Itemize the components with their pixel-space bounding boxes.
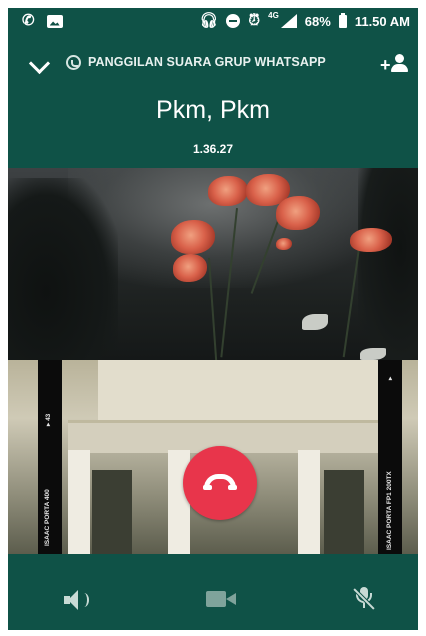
- video-door: [324, 470, 364, 554]
- add-participant-button[interactable]: +: [380, 54, 410, 76]
- tape-strip-left-text: ISAAC PORTA 400: [44, 489, 51, 546]
- plus-icon: +: [380, 55, 391, 75]
- clock: 11.50 AM: [354, 13, 410, 29]
- headphones-icon: 🎧︎: [199, 12, 219, 29]
- microphone-muted-icon[interactable]: [352, 587, 376, 611]
- video-pillar: [298, 450, 320, 554]
- tape-strip-right-number: ▸: [387, 376, 394, 380]
- speaker-icon-cone: [68, 590, 78, 610]
- leaf: [360, 348, 386, 360]
- mic-icon-base: [363, 603, 365, 608]
- rose: [173, 254, 207, 282]
- network-label: 4G: [268, 10, 279, 20]
- leaf: [302, 314, 328, 330]
- phone-icon: ✆: [22, 12, 35, 29]
- image-icon: [46, 14, 63, 28]
- tape-strip-left: ISAAC PORTA 400 ▸ 43: [38, 360, 62, 554]
- rose: [350, 228, 392, 252]
- video-camera-icon-body: [206, 591, 226, 607]
- hang-up-icon: [203, 474, 237, 490]
- video-tree-left: [8, 178, 118, 360]
- status-bar-left: ✆: [22, 13, 63, 29]
- call-type-label: PANGGILAN SUARA GRUP WHATSAPP: [88, 55, 326, 69]
- call-controls: [8, 554, 418, 630]
- video-camera-icon[interactable]: [206, 590, 236, 608]
- person-icon-body: [391, 64, 408, 72]
- tape-strip-left-number: ▸ 43: [45, 413, 52, 426]
- rose: [171, 220, 215, 254]
- tape-strip-right-text: ISAAC PORTA FP1 200TX: [386, 471, 393, 550]
- end-call-button[interactable]: [183, 446, 257, 520]
- call-duration: 1.36.27: [192, 142, 234, 156]
- caller-name: Pkm, Pkm: [156, 96, 270, 124]
- video-pillar: [68, 450, 90, 554]
- video-tree-right: [358, 168, 418, 360]
- battery-percent: 68%: [304, 13, 331, 29]
- signal-icon: [280, 14, 297, 28]
- video-building: [98, 360, 378, 420]
- status-bar-right: 🎧︎ ⏰︎ 4G 68% 11.50 AM: [199, 10, 410, 29]
- chevron-down-icon[interactable]: [28, 52, 51, 75]
- call-header: PANGGILAN SUARA GRUP WHATSAPP +: [8, 52, 418, 82]
- do-not-disturb-icon: [226, 14, 241, 28]
- video-door: [92, 470, 132, 554]
- tape-strip-right: ISAAC PORTA FP1 200TX ▸: [378, 360, 402, 554]
- status-bar: ✆ 🎧︎ ⏰︎ 4G 68% 11.50 AM: [8, 8, 418, 36]
- whatsapp-icon: [66, 55, 81, 70]
- call-screen: ✆ 🎧︎ ⏰︎ 4G 68% 11.50 AM PANGGILAN SUARA …: [8, 8, 418, 630]
- battery-icon: [338, 12, 347, 28]
- alarm-icon: ⏰︎: [248, 12, 261, 29]
- participant-video-1[interactable]: [8, 168, 418, 360]
- rose: [208, 176, 248, 206]
- speaker-icon-wave: [79, 593, 89, 607]
- speaker-icon[interactable]: [64, 590, 90, 610]
- rose: [276, 196, 320, 230]
- rose-bud: [276, 238, 292, 250]
- video-camera-icon-lens: [226, 593, 236, 605]
- person-icon-head: [395, 54, 404, 63]
